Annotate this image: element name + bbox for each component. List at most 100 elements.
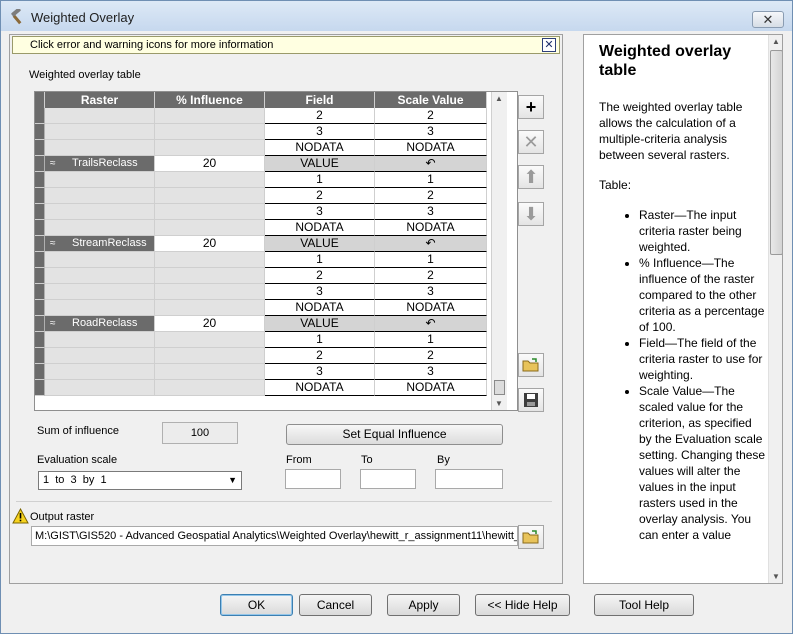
- scale-value-cell[interactable]: 3: [375, 364, 487, 380]
- browse-output-button[interactable]: [518, 525, 544, 549]
- table-row[interactable]: 33: [35, 284, 487, 300]
- move-up-button[interactable]: ⬆: [518, 165, 544, 189]
- warning-icon[interactable]: [12, 508, 29, 524]
- table-row[interactable]: 22: [35, 348, 487, 364]
- scale-value-cell[interactable]: 1: [375, 252, 487, 268]
- scale-value-cell[interactable]: NODATA: [375, 300, 487, 316]
- table-row[interactable]: 33: [35, 364, 487, 380]
- table-row[interactable]: NODATA NODATA: [35, 140, 487, 156]
- row-header[interactable]: [35, 108, 45, 124]
- scroll-up-arrow-icon[interactable]: ▲: [772, 37, 780, 46]
- row-header[interactable]: [35, 380, 45, 396]
- raster-name-cell[interactable]: ≈ StreamReclass: [45, 236, 155, 252]
- table-row[interactable]: 22: [35, 188, 487, 204]
- weighted-overlay-table[interactable]: Raster % Influence Field Scale Value 223…: [34, 91, 518, 411]
- row-header[interactable]: [35, 188, 45, 204]
- save-button[interactable]: [518, 388, 544, 412]
- column-header-field[interactable]: Field: [265, 92, 375, 108]
- scroll-up-arrow-icon[interactable]: ▲: [495, 94, 503, 103]
- cancel-button[interactable]: Cancel: [299, 594, 372, 616]
- column-header-raster[interactable]: Raster: [45, 92, 155, 108]
- table-row[interactable]: 22: [35, 268, 487, 284]
- field-select[interactable]: VALUE: [265, 316, 375, 332]
- influence-input[interactable]: 20: [155, 156, 265, 172]
- by-input[interactable]: [435, 469, 503, 489]
- scale-value-cell[interactable]: 3: [375, 124, 487, 140]
- row-header[interactable]: [35, 348, 45, 364]
- scale-value-cell[interactable]: 3: [375, 204, 487, 220]
- move-down-button[interactable]: ⬇: [518, 202, 544, 226]
- scale-value-cell[interactable]: 2: [375, 188, 487, 204]
- field-select[interactable]: VALUE: [265, 236, 375, 252]
- scale-value-cell[interactable]: NODATA: [375, 140, 487, 156]
- row-header[interactable]: [35, 300, 45, 316]
- row-header[interactable]: [35, 284, 45, 300]
- row-header[interactable]: [35, 220, 45, 236]
- scale-value-cell[interactable]: 1: [375, 332, 487, 348]
- row-header[interactable]: [35, 236, 45, 252]
- row-header[interactable]: [35, 124, 45, 140]
- evaluation-scale-dropdown[interactable]: 1 to 3 by 1 ▼: [38, 471, 242, 490]
- table-row[interactable]: 22: [35, 108, 487, 124]
- scale-value-cell[interactable]: 2: [375, 268, 487, 284]
- row-header[interactable]: [35, 204, 45, 220]
- scale-value-cell[interactable]: NODATA: [375, 220, 487, 236]
- apply-button[interactable]: Apply: [387, 594, 460, 616]
- scroll-down-arrow-icon[interactable]: ▼: [772, 572, 780, 581]
- to-input[interactable]: [360, 469, 416, 489]
- table-row[interactable]: NODATA NODATA: [35, 380, 487, 396]
- table-row[interactable]: 33: [35, 204, 487, 220]
- ok-button[interactable]: OK: [220, 594, 293, 616]
- info-bar-close-icon[interactable]: ✕: [542, 38, 556, 52]
- add-raster-button[interactable]: +: [518, 95, 544, 119]
- influence-input[interactable]: 20: [155, 236, 265, 252]
- table-row[interactable]: 11: [35, 332, 487, 348]
- set-equal-influence-button[interactable]: Set Equal Influence: [286, 424, 503, 445]
- collapse-chevron-icon[interactable]: ≈: [50, 236, 66, 251]
- row-header[interactable]: [35, 332, 45, 348]
- tool-help-button[interactable]: Tool Help: [594, 594, 694, 616]
- raster-name-cell[interactable]: ≈ TrailsReclass: [45, 156, 155, 172]
- collapse-chevron-icon[interactable]: ≈: [50, 156, 66, 171]
- from-input[interactable]: [285, 469, 341, 489]
- scale-value-cell[interactable]: 3: [375, 284, 487, 300]
- undo-arrow-icon[interactable]: ↶: [375, 316, 487, 332]
- row-header[interactable]: [35, 252, 45, 268]
- row-header[interactable]: [35, 172, 45, 188]
- help-scroll-thumb[interactable]: [770, 50, 782, 255]
- output-raster-input[interactable]: M:\GIST\GIS520 - Advanced Geospatial Ana…: [31, 526, 518, 546]
- row-header[interactable]: [35, 140, 45, 156]
- column-header-influence[interactable]: % Influence: [155, 92, 265, 108]
- influence-input[interactable]: 20: [155, 316, 265, 332]
- undo-arrow-icon[interactable]: ↶: [375, 236, 487, 252]
- info-bar[interactable]: Click error and warning icons for more i…: [12, 36, 560, 54]
- row-header[interactable]: [35, 268, 45, 284]
- table-row[interactable]: 33: [35, 124, 487, 140]
- collapse-chevron-icon[interactable]: ≈: [50, 316, 66, 331]
- table-row[interactable]: NODATA NODATA: [35, 220, 487, 236]
- table-scroll-thumb[interactable]: [494, 380, 505, 395]
- table-row[interactable]: NODATA NODATA: [35, 300, 487, 316]
- scale-value-cell[interactable]: 1: [375, 172, 487, 188]
- raster-group-row[interactable]: ≈ TrailsReclass 20 VALUE ↶: [35, 156, 487, 172]
- row-header[interactable]: [35, 156, 45, 172]
- hide-help-button[interactable]: << Hide Help: [475, 594, 570, 616]
- table-row[interactable]: 11: [35, 252, 487, 268]
- row-header[interactable]: [35, 316, 45, 332]
- column-header-scale-value[interactable]: Scale Value: [375, 92, 487, 108]
- remove-raster-button[interactable]: ✕: [518, 130, 544, 154]
- raster-name-cell[interactable]: ≈ RoadReclass: [45, 316, 155, 332]
- help-scrollbar[interactable]: ▲ ▼: [768, 35, 782, 583]
- undo-arrow-icon[interactable]: ↶: [375, 156, 487, 172]
- raster-group-row[interactable]: ≈ StreamReclass 20 VALUE ↶: [35, 236, 487, 252]
- raster-group-row[interactable]: ≈ RoadReclass 20 VALUE ↶: [35, 316, 487, 332]
- table-row[interactable]: 11: [35, 172, 487, 188]
- scale-value-cell[interactable]: 2: [375, 348, 487, 364]
- scale-value-cell[interactable]: NODATA: [375, 380, 487, 396]
- row-header[interactable]: [35, 364, 45, 380]
- field-select[interactable]: VALUE: [265, 156, 375, 172]
- open-button[interactable]: [518, 353, 544, 377]
- window-close-button[interactable]: ✕: [752, 11, 784, 28]
- scale-value-cell[interactable]: 2: [375, 108, 487, 124]
- table-scrollbar[interactable]: ▲ ▼: [491, 92, 507, 410]
